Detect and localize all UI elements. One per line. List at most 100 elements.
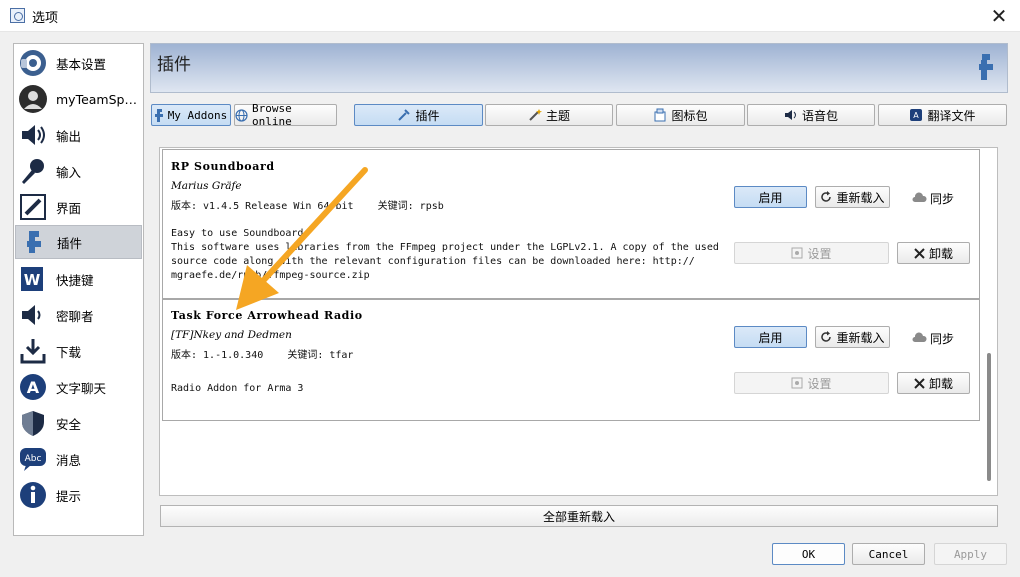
settings-icon (791, 377, 803, 389)
apply-button[interactable]: Apply (934, 543, 1007, 565)
my-addons-tab[interactable]: My Addons (151, 104, 231, 126)
sidebar-item-label: myTeamSpe... (56, 91, 140, 107)
sidebar-item-notifications[interactable]: 提示 (15, 478, 142, 512)
reload-button[interactable]: 重新载入 (815, 326, 890, 348)
uninstall-label: 卸载 (928, 246, 953, 261)
sidebar-item-label: 文字聊天 (56, 380, 107, 396)
download-icon (18, 336, 48, 366)
uninstall-button[interactable]: 卸载 (897, 242, 970, 264)
plugin-icon (397, 108, 411, 122)
enable-button[interactable]: 启用 (734, 186, 807, 208)
sidebar-item-label: 下载 (56, 344, 82, 360)
translation-icon: A (909, 108, 923, 122)
settings-icon (791, 247, 803, 259)
addon-author: [TF]Nkey and Dedmen (171, 329, 292, 341)
addon-version: 版本: v1.4.5 Release Win 64-bit 关键词: rpsb (171, 201, 444, 212)
sidebar-item-label: 界面 (56, 200, 82, 216)
browse-online-label: Browse online (252, 102, 292, 128)
sidebar-item-messages[interactable]: Abc 消息 (15, 442, 142, 476)
cloud-icon (911, 331, 927, 346)
teamspeak-icon (18, 48, 48, 78)
reload-label: 重新载入 (836, 330, 885, 345)
sidebar-item-label: 基本设置 (56, 56, 107, 72)
ok-button[interactable]: OK (772, 543, 845, 565)
sync-label: 同步 (930, 192, 955, 206)
page-title: 插件 (157, 55, 191, 75)
sync-button[interactable]: 同步 (911, 190, 954, 207)
settings-label: 设置 (807, 376, 832, 391)
settings-label: 设置 (807, 246, 832, 261)
browse-online-tab[interactable]: Browse online (234, 102, 337, 128)
security-icon (18, 408, 48, 438)
svg-text:A: A (914, 111, 920, 120)
addon-version: 版本: 1.-1.0.340 关键词: tfar (171, 350, 354, 361)
settings-button[interactable]: 设置 (734, 242, 889, 264)
scrollbar[interactable] (987, 353, 991, 481)
sidebar: 基本设置 myTeamSpe... 输出 输入 界面 插件 W 快捷键 密聊者 … (13, 43, 144, 536)
list-item: RP Soundboard Marius Gräfe 版本: v1.4.5 Re… (162, 149, 980, 299)
sidebar-item-hotkeys[interactable]: W 快捷键 (15, 262, 142, 296)
design-icon (18, 192, 48, 222)
addon-description: Radio Addon for Arma 3 (171, 383, 304, 394)
tab-label: 语音包 (801, 108, 838, 123)
reload-button[interactable]: 重新载入 (815, 186, 890, 208)
sync-button[interactable]: 同步 (911, 330, 954, 347)
microphone-icon (18, 156, 48, 186)
sidebar-item-capture[interactable]: 输入 (15, 154, 142, 188)
cancel-button[interactable]: Cancel (852, 543, 925, 565)
messages-icon: Abc (18, 444, 48, 474)
sidebar-item-label: 输出 (56, 128, 82, 144)
tab-plugins[interactable]: 插件 (354, 104, 483, 126)
globe-icon (235, 108, 248, 122)
tab-translations[interactable]: A 翻译文件 (878, 104, 1007, 126)
uninstall-label: 卸载 (928, 376, 953, 391)
sidebar-item-general[interactable]: 基本设置 (15, 46, 142, 80)
tab-icon-packs[interactable]: 图标包 (616, 104, 745, 126)
info-icon (18, 480, 48, 510)
tab-label: 图标包 (671, 108, 708, 123)
sidebar-item-addons[interactable]: 插件 (15, 225, 142, 259)
theme-wand-icon (528, 108, 542, 122)
reload-label: 重新载入 (836, 190, 885, 205)
hotkey-icon: W (18, 264, 48, 294)
enable-button[interactable]: 启用 (734, 326, 807, 348)
addon-name: Task Force Arrowhead Radio (171, 309, 363, 322)
addon-list[interactable]: RP Soundboard Marius Gräfe 版本: v1.4.5 Re… (159, 147, 998, 496)
my-addons-label: My Addons (167, 108, 228, 122)
settings-button[interactable]: 设置 (734, 372, 889, 394)
speaker-icon (18, 120, 48, 150)
sidebar-item-whisper[interactable]: 密聊者 (15, 298, 142, 332)
sync-label: 同步 (930, 332, 955, 346)
sidebar-item-security[interactable]: 安全 (15, 406, 142, 440)
tab-sound-packs[interactable]: 语音包 (747, 104, 875, 126)
sidebar-item-label: 安全 (56, 416, 82, 432)
settings-window-icon (10, 8, 25, 23)
reload-all-button[interactable]: 全部重新载入 (160, 505, 998, 527)
sidebar-item-playback[interactable]: 输出 (15, 118, 142, 152)
sidebar-item-label: 快捷键 (56, 272, 94, 288)
sidebar-item-myteamspeak[interactable]: myTeamSpe... (15, 82, 142, 116)
sidebar-item-chat[interactable]: A 文字聊天 (15, 370, 142, 404)
close-button[interactable]: ✕ (986, 3, 1012, 29)
user-icon (18, 84, 48, 114)
enable-label: 启用 (758, 330, 783, 345)
uninstall-button[interactable]: 卸载 (897, 372, 970, 394)
list-item: Task Force Arrowhead Radio [TF]Nkey and … (162, 299, 980, 421)
sidebar-item-label: 插件 (57, 235, 83, 251)
sidebar-item-label: 密聊者 (56, 308, 94, 324)
cloud-icon (911, 191, 927, 206)
soundpack-icon (784, 108, 798, 122)
page-header: 插件 (150, 43, 1008, 93)
plugin-icon (19, 227, 49, 257)
reload-icon (820, 191, 832, 203)
addon-description: Easy to use Soundboard This software use… (171, 228, 719, 281)
tab-themes[interactable]: 主题 (485, 104, 613, 126)
addon-name: RP Soundboard (171, 160, 275, 173)
sidebar-item-design[interactable]: 界面 (15, 190, 142, 224)
enable-label: 启用 (758, 190, 783, 205)
title-bar: 选项 ✕ (0, 0, 1020, 32)
tab-label: 插件 (415, 108, 440, 123)
sidebar-item-downloads[interactable]: 下载 (15, 334, 142, 368)
sidebar-item-label: 提示 (56, 488, 82, 504)
text-chat-icon: A (18, 372, 48, 402)
